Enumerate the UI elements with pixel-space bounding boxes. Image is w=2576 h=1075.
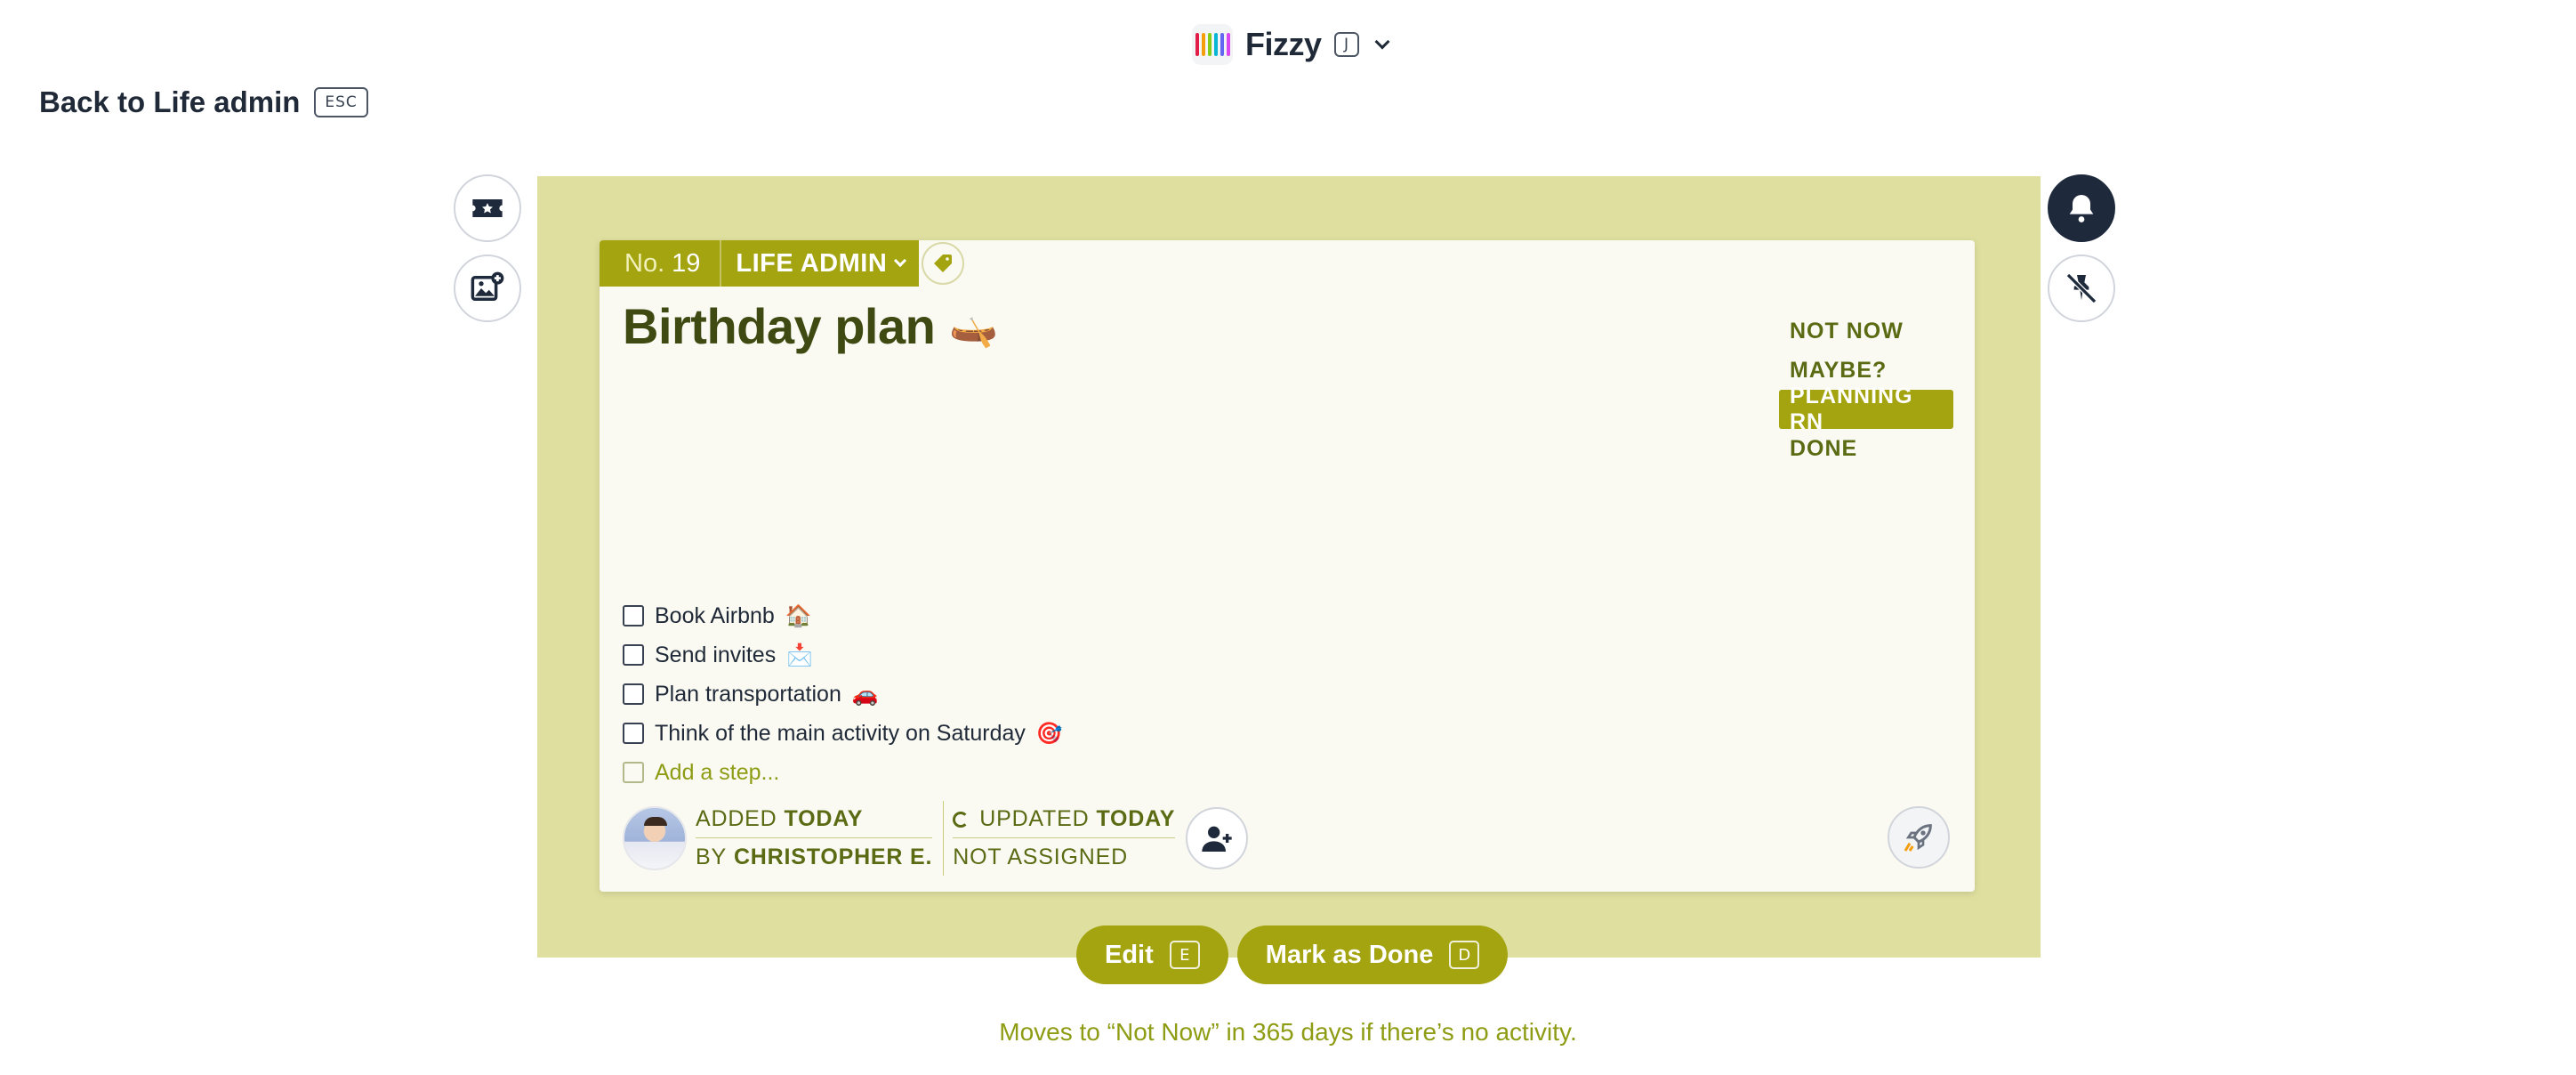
ticket-icon: [472, 199, 503, 217]
add-step-checkbox: [623, 762, 644, 783]
step-checkbox[interactable]: [623, 723, 644, 744]
step-item: Send invites 📩: [623, 635, 1063, 675]
bell-icon: [2069, 195, 2094, 222]
stage-list: NOT NOW MAYBE? PLANNING RN DONE: [1779, 311, 1953, 468]
logo-bar: [1195, 33, 1199, 56]
step-emoji: 🎯: [1035, 721, 1063, 746]
step-emoji: 🚗: [851, 682, 879, 707]
chevron-down-icon[interactable]: [1374, 34, 1390, 50]
by-label: BY: [696, 844, 727, 869]
mark-as-done-button[interactable]: Mark as Done D: [1236, 925, 1509, 984]
board-name: LIFE ADMIN: [736, 248, 888, 278]
edit-shortcut-key: E: [1169, 941, 1200, 969]
canoe-emoji: 🛶: [949, 303, 998, 350]
add-image-icon: [471, 271, 504, 301]
board-selector[interactable]: LIFE ADMIN: [721, 240, 919, 287]
rocket-button[interactable]: [1888, 806, 1950, 869]
logo-bar: [1226, 33, 1230, 56]
step-emoji: 🏠: [785, 603, 812, 628]
add-image-button[interactable]: [454, 255, 521, 322]
stage-option[interactable]: PLANNING RN: [1779, 384, 1953, 434]
step-item: Think of the main activity on Saturday 🎯: [623, 714, 1063, 753]
step-emoji: 📩: [786, 643, 814, 667]
mark-as-done-label: Mark as Done: [1265, 940, 1434, 969]
auto-archive-note: Moves to “Not Now” in 365 days if there’…: [999, 1018, 1577, 1046]
logo-bar: [1220, 33, 1224, 56]
card-meta: ADDED TODAY BY CHRISTOPHER E. UPDATED TO…: [623, 801, 1249, 876]
add-step-row[interactable]: Add a step...: [623, 753, 1063, 792]
stage-option[interactable]: NOT NOW: [1779, 311, 1953, 351]
card-number-value: 19: [672, 248, 701, 278]
step-checkbox[interactable]: [623, 605, 644, 626]
back-link-label: Back to Life admin: [39, 85, 301, 118]
unpin-icon: [2065, 272, 2097, 304]
assignee-row: NOT ASSIGNED: [953, 838, 1175, 876]
app-switcher[interactable]: Fizzy J: [1192, 21, 1390, 68]
updated-label: UPDATED: [979, 806, 1090, 831]
refresh-icon: [953, 811, 970, 828]
add-user-icon: [1202, 826, 1232, 852]
card-number: No. 19: [600, 240, 722, 287]
card-title: Birthday plan 🛶: [623, 297, 998, 355]
meta-update: UPDATED TODAY NOT ASSIGNED: [943, 801, 1176, 876]
added-label: ADDED: [696, 806, 777, 831]
card-number-prefix: No.: [624, 248, 665, 278]
meta-creation: ADDED TODAY BY CHRISTOPHER E.: [696, 801, 933, 876]
app-name: Fizzy: [1245, 26, 1322, 62]
rocket-icon: [1904, 824, 1932, 852]
author-name: CHRISTOPHER E.: [733, 844, 933, 869]
step-checkbox[interactable]: [623, 683, 644, 705]
logo-bar: [1201, 33, 1205, 56]
add-step-input[interactable]: Add a step...: [655, 760, 779, 786]
app-shortcut-key: J: [1333, 32, 1359, 57]
card-title-text: Birthday plan: [623, 298, 936, 354]
logo-bar: [1213, 33, 1218, 56]
card-actions: Edit E Mark as Done D: [1076, 925, 1509, 984]
step-checkbox[interactable]: [623, 644, 644, 666]
assignee-status: NOT ASSIGNED: [953, 844, 1128, 869]
chevron-down-icon: [894, 254, 907, 268]
step-item: Book Airbnb 🏠: [623, 596, 1063, 635]
step-label[interactable]: Book Airbnb: [655, 603, 775, 629]
edit-button[interactable]: Edit E: [1076, 925, 1228, 984]
esc-shortcut-key: ESC: [314, 87, 368, 117]
step-label[interactable]: Think of the main activity on Saturday: [655, 721, 1026, 747]
notifications-button[interactable]: [2048, 174, 2115, 242]
assign-user-button[interactable]: [1186, 807, 1249, 869]
step-label[interactable]: Send invites: [655, 643, 776, 668]
logo-bar: [1207, 33, 1212, 56]
fizzy-logo-icon: [1192, 24, 1233, 65]
card-header: No. 19 LIFE ADMIN: [600, 240, 920, 287]
added-value: TODAY: [784, 806, 864, 831]
step-label[interactable]: Plan transportation: [655, 682, 841, 707]
tag-icon: [934, 255, 952, 272]
unpin-button[interactable]: [2048, 255, 2115, 322]
updated-value: TODAY: [1096, 806, 1176, 831]
author-row: BY CHRISTOPHER E.: [696, 838, 932, 876]
avatar[interactable]: [623, 806, 687, 870]
back-link[interactable]: Back to Life admin ESC: [39, 85, 368, 119]
edit-button-label: Edit: [1105, 940, 1154, 969]
steps-list: Book Airbnb 🏠 Send invites 📩 Plan transporta…: [623, 596, 1063, 792]
tag-button[interactable]: [922, 242, 964, 285]
done-shortcut-key: D: [1449, 941, 1480, 969]
ticket-button[interactable]: [454, 174, 521, 242]
added-row: ADDED TODAY: [696, 801, 933, 838]
card: No. 19 LIFE ADMIN Birthday plan 🛶 NOT NO…: [600, 240, 1975, 892]
updated-row: UPDATED TODAY: [953, 801, 1176, 838]
step-item: Plan transportation 🚗: [623, 675, 1063, 714]
